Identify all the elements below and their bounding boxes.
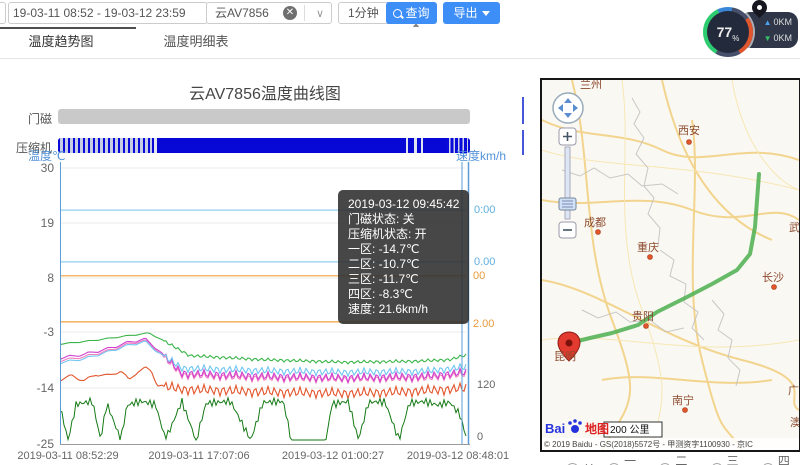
svg-text:南宁: 南宁 bbox=[672, 393, 694, 407]
combo-divider bbox=[304, 5, 305, 21]
svg-text:重庆: 重庆 bbox=[637, 240, 659, 254]
legend-item[interactable]: 一区 bbox=[608, 452, 646, 465]
svg-text:广: 广 bbox=[788, 384, 799, 397]
query-button[interactable]: 查询 bbox=[386, 2, 437, 24]
temperature-monitor-page: 19-03-11 08:52 - 19-03-12 23:59 云AV7856 … bbox=[0, 0, 800, 465]
percent-gauge: 77% bbox=[703, 7, 753, 57]
tooltip-row: 二区: -10.7℃ bbox=[348, 257, 459, 272]
svg-text:贵阳: 贵阳 bbox=[632, 310, 654, 323]
tooltip-time: 2019-03-12 09:45:42 bbox=[348, 197, 459, 212]
baidu-map[interactable]: 西安 成都 重庆 贵阳 长沙 南宁 兰州 武 广 澳 昆明 200 公里 Bai bbox=[540, 78, 800, 452]
svg-text:武: 武 bbox=[789, 221, 799, 234]
tooltip-row: 三区: -11.7℃ bbox=[348, 272, 459, 287]
door-strip-label: 门磁 bbox=[0, 110, 52, 127]
svg-text:西安: 西安 bbox=[678, 123, 700, 137]
door-event-marker bbox=[522, 97, 524, 124]
y2-tick: 120 bbox=[477, 379, 495, 391]
tooltip-row: 门磁状态: 关 bbox=[348, 212, 459, 227]
up-arrow-icon: ▲ bbox=[764, 18, 772, 27]
svg-text:成都: 成都 bbox=[584, 216, 606, 229]
threshold-label: 00 bbox=[473, 270, 485, 282]
legend-item[interactable]: 关 bbox=[566, 461, 595, 465]
compressor-status-strip bbox=[58, 138, 470, 153]
compressor-event-marker bbox=[522, 130, 524, 155]
x-tick: 2019-03-12 08:48:01 bbox=[407, 450, 509, 462]
threshold-label: 0:00 bbox=[474, 204, 495, 216]
chevron-down-icon[interactable]: ∨ bbox=[316, 4, 324, 24]
door-status-strip bbox=[58, 109, 470, 124]
svg-text:昆明: 昆明 bbox=[554, 350, 576, 363]
map-scale: 200 公里 bbox=[604, 422, 662, 437]
baidu-logo: Bai 地图 bbox=[545, 419, 609, 436]
search-icon bbox=[393, 9, 402, 18]
y-tick: 30 bbox=[0, 161, 54, 175]
tooltip-row: 四区: -8.3℃ bbox=[348, 287, 459, 302]
svg-text:200 公里: 200 公里 bbox=[610, 424, 649, 436]
y-tick: -14 bbox=[0, 381, 54, 395]
caret-down-icon bbox=[482, 11, 490, 16]
date-range-input[interactable]: 19-03-11 08:52 - 19-03-12 23:59 bbox=[8, 2, 208, 24]
tooltip-row: 压缩机状态: 开 bbox=[348, 227, 459, 242]
vehicle-combobox[interactable]: 云AV7856 ✕ ∨ bbox=[206, 2, 332, 24]
y-tick: -25 bbox=[0, 437, 54, 451]
x-tick: 2019-03-11 17:07:06 bbox=[148, 450, 249, 462]
y2-tick: 0 bbox=[477, 431, 483, 443]
map-zoom-control[interactable] bbox=[559, 128, 576, 238]
partial-input-edge bbox=[0, 2, 6, 24]
chart-tooltip: 2019-03-12 09:45:42 门磁状态: 关 压缩机状态: 开 一区:… bbox=[338, 190, 469, 324]
y-tick: -3 bbox=[0, 325, 54, 339]
svg-text:长沙: 长沙 bbox=[762, 271, 784, 284]
zone-legend: 关 一区 二区 三区 四区 bbox=[566, 452, 800, 465]
x-tick: 2019-03-12 01:00:27 bbox=[282, 450, 384, 462]
threshold-label: 2.00 bbox=[473, 318, 494, 330]
legend-item[interactable]: 三区 bbox=[711, 452, 749, 465]
legend-item[interactable]: 二区 bbox=[659, 452, 697, 465]
svg-text:澳: 澳 bbox=[790, 416, 799, 429]
tab-bar: 温度趋势图 温度明细表 bbox=[0, 27, 800, 59]
y-tick: 8 bbox=[0, 271, 54, 285]
y-tick: 19 bbox=[0, 216, 54, 230]
threshold-label: 0.00 bbox=[474, 256, 495, 268]
chart-title: 云AV7856温度曲线图 bbox=[60, 80, 470, 104]
export-button[interactable]: 导出 bbox=[443, 2, 500, 24]
svg-text:Bai: Bai bbox=[545, 421, 565, 436]
down-arrow-icon: ▼ bbox=[764, 34, 772, 43]
x-tick: 2019-03-11 08:52:29 bbox=[17, 450, 118, 462]
tab-detail-table[interactable]: 温度明细表 bbox=[150, 27, 242, 57]
clear-icon[interactable]: ✕ bbox=[283, 6, 297, 20]
svg-text:兰州: 兰州 bbox=[580, 80, 602, 91]
paw-icon bbox=[568, 419, 582, 433]
interval-value: 1分钟 bbox=[348, 3, 379, 23]
toolbar: 19-03-11 08:52 - 19-03-12 23:59 云AV7856 … bbox=[0, 0, 800, 27]
mileage-row-2: ▼0KM bbox=[764, 33, 792, 44]
map-canvas[interactable]: 西安 成都 重庆 贵阳 长沙 南宁 兰州 武 广 澳 昆明 200 公里 Bai bbox=[542, 80, 799, 450]
vehicle-value: 云AV7856 bbox=[215, 3, 269, 23]
legend-item[interactable]: 四区 bbox=[762, 452, 800, 465]
tab-trend-chart[interactable]: 温度趋势图 bbox=[0, 27, 136, 57]
mileage-row-1: ▲0KM bbox=[764, 17, 792, 28]
map-attribution: © 2019 Baidu - GS(2018)5572号 - 甲测资字11009… bbox=[544, 439, 753, 449]
map-pan-control[interactable] bbox=[553, 93, 583, 123]
gauge-value: 77% bbox=[707, 11, 749, 53]
svg-text:地图: 地图 bbox=[585, 421, 609, 436]
tooltip-row: 一区: -14.7℃ bbox=[348, 242, 459, 257]
tooltip-row: 速度: 21.6km/h bbox=[348, 302, 459, 317]
